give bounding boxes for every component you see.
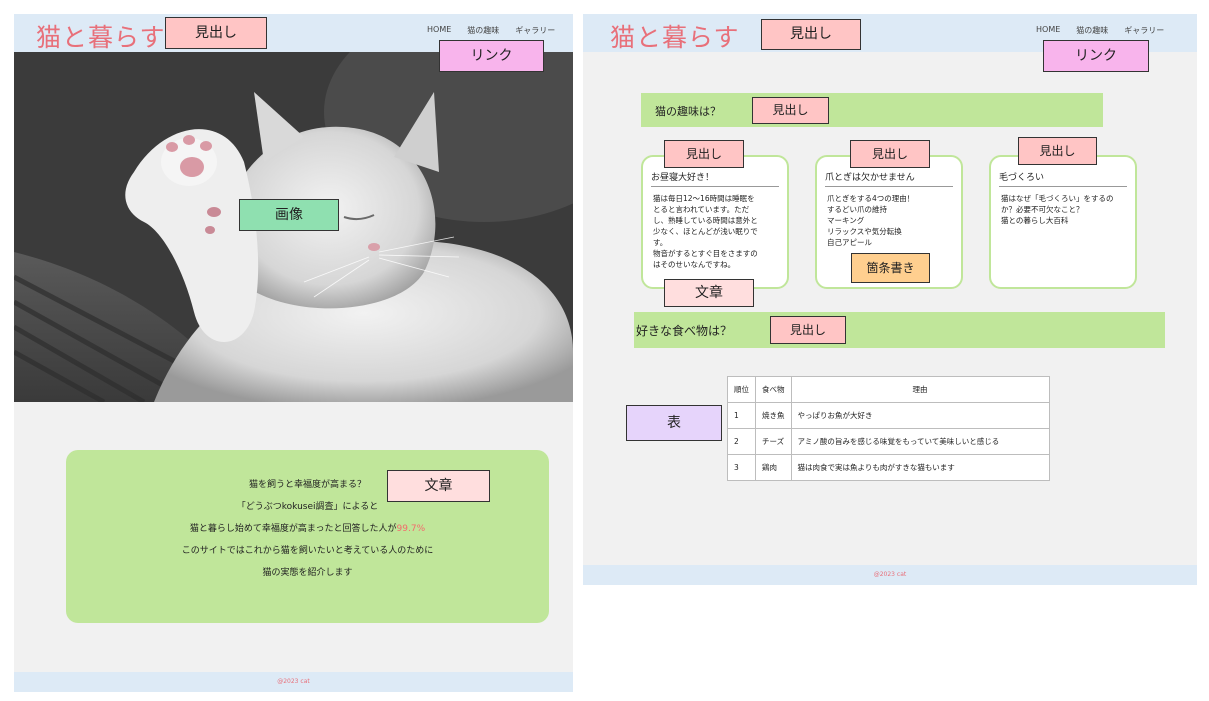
table-header: 理由 [790,376,1050,403]
hobby-section-title: 猫の趣味は？ [655,105,721,118]
footer: @2023 cat [583,565,1197,585]
favorite-food-table: 順位 食べ物 理由 1 焼き魚 やっぱりお魚が大好き 2 チーズ アミノ酸の旨み… [727,376,1050,481]
site-logo[interactable]: 猫と暮らす [610,18,740,54]
table-cell: チーズ [755,428,792,455]
intro-line-3: 猫と暮らし始めて幸福度が高まったと回答した人が99.7% [66,518,549,540]
copyright-text: @2023 cat [277,678,310,685]
annotation-heading: 見出し [761,19,861,50]
annotation-text: 文章 [387,470,490,502]
list-item: 爪とぎをする4つの理由！ [827,194,915,203]
table-row: 2 チーズ アミノ酸の旨みを感じる味覚をもっていて美味しいと感じる [727,428,1050,455]
table-header-row: 順位 食べ物 理由 [727,376,1050,403]
card-list-claws: 爪とぎをする4つの理由！ するどい爪の維持 マーキング リラックスや気分転換 自… [827,193,953,248]
card-title-grooming: 毛づくろい [999,170,1127,187]
nav-link-home[interactable]: HOME [427,25,451,36]
site-logo[interactable]: 猫と暮らす [36,18,166,54]
table-cell: 鶏肉 [755,454,792,481]
card-text-line: 少なく、ほとんどが浅い眠りで [653,227,758,236]
table-row: 3 鶏肉 猫は肉食で実は魚よりも肉がすきな猫もいます [727,454,1050,481]
intro-line-3-text: 猫と暮らし始めて幸福度が高まったと回答した人が [189,524,397,534]
card-text-line: はそのせいなんですね。 [653,260,736,269]
annotation-heading: 見出し [165,17,267,49]
table-header: 順位 [727,376,756,403]
annotation-heading: 見出し [752,97,829,124]
hobby-card-grooming: 毛づくろい 猫はなぜ「毛づくろい」をするの か？必要不可欠なこと？ 猫との暮らし… [989,155,1137,289]
nav-link-hobby[interactable]: 猫の趣味 [467,25,499,36]
nav-link-gallery[interactable]: ギャラリー [1124,25,1164,36]
card-title-claws: 爪とぎは欠かせません [825,170,953,187]
list-item: するどい爪の維持 [827,205,887,214]
list-item: マーキング [827,216,865,225]
intro-line-5: 猫の実態を紹介します [262,568,353,578]
food-section-title: 好きな食べ物は？ [636,324,733,338]
annotation-link: リンク [439,40,544,72]
annotation-heading: 見出し [770,316,846,344]
annotation-heading: 見出し [664,140,744,168]
annotation-table: 表 [626,405,722,441]
annotation-bullets: 箇条書き [851,253,930,283]
card-text-grooming: 猫はなぜ「毛づくろい」をするの か？必要不可欠なこと？ 猫との暮らし大百科 [1001,193,1127,226]
home-page-mockup: 猫と暮らす HOME 猫の趣味 ギャラリー 猫を飼うと幸福度が高まる？ 「どうぶ… [14,14,573,692]
table-cell: 焼き魚 [755,402,792,429]
card-text-line: とると言われています。ただ [653,205,750,214]
card-text-line: す。 [653,238,668,247]
table-cell: やっぱりお魚が大好き [790,402,1050,429]
card-text-nap: 猫は毎日12〜16時間は睡眠を とると言われています。ただ し、熟睡している時間… [653,193,779,270]
nav-link-home[interactable]: HOME [1036,25,1060,36]
intro-line-4: このサイトではこれから猫を飼いたいと考えている人のために [181,546,434,556]
list-item: リラックスや気分転換 [827,227,902,236]
hobby-card-nap: お昼寝大好き！ 猫は毎日12〜16時間は睡眠を とると言われています。ただ し、… [641,155,789,289]
annotation-heading: 見出し [1018,137,1097,165]
annotation-image: 画像 [239,199,339,231]
table-cell: 2 [727,428,756,455]
annotation-link: リンク [1043,40,1149,72]
nav-menu: HOME 猫の趣味 ギャラリー [1036,25,1164,36]
nav-menu: HOME 猫の趣味 ギャラリー [427,25,555,36]
list-item: 自己アピール [827,238,872,247]
happiness-percent: 99.7% [396,524,426,534]
card-text-line: か？必要不可欠なこと？ [1001,205,1084,214]
table-cell: 猫は肉食で実は魚よりも肉がすきな猫もいます [790,454,1050,481]
card-title-nap: お昼寝大好き！ [651,170,779,187]
table-row: 1 焼き魚 やっぱりお魚が大好き [727,402,1050,429]
card-text-line: 猫はなぜ「毛づくろい」をするの [1001,194,1114,203]
annotation-text: 文章 [664,279,754,307]
card-text-line: 猫は毎日12〜16時間は睡眠を [653,194,755,203]
hobby-section-heading: 猫の趣味は？ [641,93,1103,127]
copyright-text: @2023 cat [873,571,907,578]
food-section-heading: 好きな食べ物は？ [634,312,1165,348]
card-text-line: 物音がするとすぐ目をさますの [653,249,758,258]
nav-link-hobby[interactable]: 猫の趣味 [1076,25,1108,36]
table-cell: 3 [727,454,756,481]
card-text-line: し、熟睡している時間は意外と [653,216,758,225]
card-text-line: 猫との暮らし大百科 [1001,216,1069,225]
table-cell: 1 [727,402,756,429]
nav-link-gallery[interactable]: ギャラリー [515,25,555,36]
footer: @2023 cat [14,672,573,692]
table-cell: アミノ酸の旨みを感じる味覚をもっていて美味しいと感じる [790,428,1050,455]
annotation-heading: 見出し [850,140,930,168]
table-header: 食べ物 [755,376,792,403]
